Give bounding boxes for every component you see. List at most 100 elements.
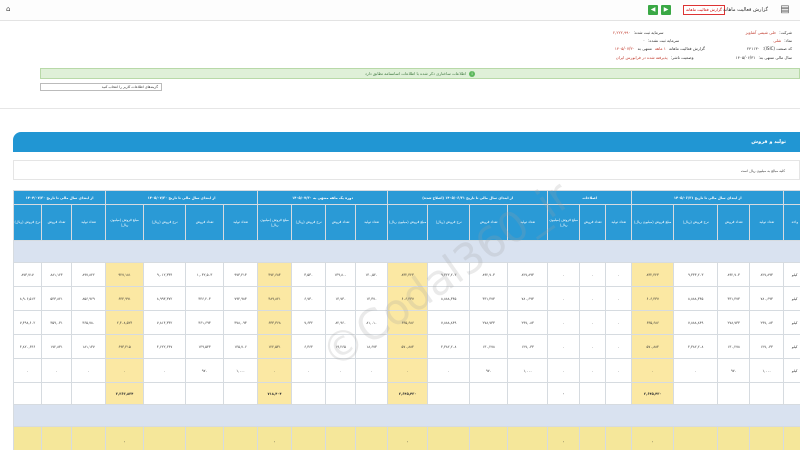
table-cell: ۰ [547, 358, 581, 383]
table-cell: ۸,۸۸۸,۳۴۵ [427, 286, 471, 311]
table-cell: ۰ [547, 426, 581, 450]
ending-label: منتهی به [637, 46, 652, 51]
table-cell: ۵۷۰,۸۸۴ [631, 334, 675, 359]
report-type-button[interactable]: گزارش فعالیت ماهانه [683, 5, 725, 15]
sum-cell [71, 382, 107, 405]
table-cell: ۰ [143, 358, 187, 383]
table-cell: ۰ [387, 426, 429, 450]
table-cell: ۱۸,۶۷۳ [355, 334, 389, 359]
table-cell: ۶۳۵,۶۸۶ [631, 310, 675, 335]
column-header: نرخ فروش (ریال) [673, 204, 719, 241]
table-cell: ۳,۵۳۰ [291, 262, 327, 287]
report-name-label: گزارش فعالیت ماهانه [668, 46, 705, 51]
table-cell: ۶,۷۳۰ [291, 286, 327, 311]
table-cell [783, 426, 800, 450]
table-cell: ۱,۰۳۲,۵۰۳ [185, 262, 225, 287]
production-sales-table: شرحاز ابتدای سال مالی تا تاریخ ۱۴۰۵/۰۶/۳… [13, 190, 800, 450]
sum-cell [507, 382, 549, 405]
table-cell: ۴۳۱,۴۷۳ [469, 286, 509, 311]
sum-cell [469, 382, 509, 405]
table-cell [427, 426, 471, 450]
table-cell: ۸,۹۹۳,۳۷۲ [143, 286, 187, 311]
table-cell: ۴,۳۸۲,۲۰۸ [427, 334, 471, 359]
table-cell: ۳۷۸,۰۹۳ [223, 310, 259, 335]
section-title: تولید و فروش [13, 132, 800, 152]
table-cell: ۷,۸۱۴,۳۴۲ [143, 310, 187, 335]
sum-cell [325, 382, 357, 405]
production-sales-table-wrapper[interactable]: شرحاز ابتدای سال مالی تا تاریخ ۱۴۰۵/۰۶/۳… [13, 190, 800, 450]
table-cell [71, 426, 107, 450]
table-group-row: فروش صادراتی: [13, 404, 800, 427]
table-cell: ۱۲۷,۰۳۳ [749, 334, 785, 359]
table-cell: ۱۴۹,۵۴۳ [185, 334, 225, 359]
group-header: از ابتدای سال مالی تا تاریخ ۱۴۰۵/۰۶/۳۱ (… [387, 190, 549, 205]
group-header: دوره یک ماهه منتهی به ۱۴۰۵/۰۷/۳۰ [257, 190, 389, 205]
table-cell: ۱۴۵,۷۰۶ [223, 334, 259, 359]
table-cell: کیلو [783, 310, 800, 335]
isic-code-value: ۲۴۱۱۳۰ [746, 46, 760, 51]
table-cell: ۱۷۲,۸۳۱ [41, 334, 73, 359]
table-cell: ۹۷۳,۴۱۳ [223, 262, 259, 287]
table-cell: ۱۳۰,۲۷۸ [469, 334, 509, 359]
table-cell: ۰ [105, 426, 145, 450]
table-cell: ۸۹۷,۸۲۲ [71, 262, 107, 287]
table-cell: ۲,۴۰۸,۵۲۴ [105, 310, 145, 335]
isic-code-label: کد صنعت (ISIC): [762, 46, 792, 51]
table-cell: ۶۰۶,۴۳۷ [387, 286, 429, 311]
ending-value: ۱۴۰۵/۰۷/۳۰ [614, 46, 635, 51]
verification-alert: iاطلاعات ساختاری ذکر شده با اطلاعات اساس… [40, 68, 800, 79]
company-info-panel: شرکت: حلی شیمی آشاویز سرمایه ثبت شده: ۲,۲۲… [40, 28, 800, 68]
symbol-label: نماد: [784, 38, 792, 43]
table-group-row: فروش داخلی: [13, 240, 800, 263]
column-header: مبلغ فروش (میلیون ریال) [387, 204, 429, 241]
sum-cell [223, 382, 259, 405]
table-cell [673, 426, 719, 450]
next-button[interactable]: ▶ [661, 5, 671, 15]
table-cell: ۰ [547, 286, 581, 311]
table-cell: ۵۴۳,۸۲۱ [41, 286, 73, 311]
table-cell: ۶۳۳,۳۶۸ [257, 310, 293, 335]
column-header: تعداد تولید [605, 204, 633, 241]
table-row: سولفات رویکیلو۲۹۷,۰۸۳۲۷۸,۷۳۳۷,۸۸۸,۸۴۹۶۳۵… [13, 310, 800, 335]
alert-text: اطلاعات ساختاری ذکر شده با اطلاعات اساسن… [365, 71, 466, 76]
table-cell: ۰ [41, 358, 73, 383]
fiscal-year-label: سال مالی منتهی به: [758, 55, 792, 60]
table-cell [185, 426, 225, 450]
table-cell: ۰ [631, 426, 675, 450]
table-cell: کیلو [783, 334, 800, 359]
table-cell: ۱۲۲,۵۳۱ [257, 334, 293, 359]
table-cell: ۳۵۹,۰۳۱ [41, 310, 73, 335]
company-name-label: شرکت: [779, 30, 792, 35]
table-cell: ۱,۰۰۰ [749, 358, 785, 383]
sum-cell [41, 382, 73, 405]
column-header: مبلغ فروش (میلیون ریال) [631, 204, 675, 241]
table-cell: ۷,۴۹۸,۶۰۲ [13, 310, 43, 335]
sum-cell [673, 382, 719, 405]
column-header: مبلغ فروش (میلیون ریال) [547, 204, 581, 241]
table-cell: ۸۲,۹۶۰ [325, 310, 357, 335]
group-label: فروش صادراتی: [13, 404, 800, 427]
option-select[interactable]: گزینه‌های اطلاعات کاربر را انتخاب کنید [40, 83, 162, 91]
table-cell [507, 426, 549, 450]
previous-button[interactable]: ◀ [648, 5, 658, 15]
table-cell: ۲۷۸,۷۳۳ [469, 310, 509, 335]
table-cell: ۸۲۷,۸۹۳ [507, 262, 549, 287]
table-cell: ۱۸۱,۱۳۷ [71, 334, 107, 359]
status-value: پذیرفته شده در فرابورس ایران [615, 55, 668, 60]
column-header: نرخ فروش (ریال) [143, 204, 187, 241]
status-label: وضعیت ناشر: [670, 55, 694, 60]
sum-cell [783, 382, 800, 405]
table-cell: ۹۲۷,۱۸۱ [105, 262, 145, 287]
sum-cell [579, 382, 607, 405]
sum-cell: ۳,۳۶۳,۸۳۴ [105, 382, 145, 405]
column-header: تعداد فروش [579, 204, 607, 241]
home-icon[interactable]: ⌂ [6, 5, 16, 15]
table-row: پودر آلومینیوم نیوزهکیلو۸۲۷,۸۹۳۸۹۲,۷۰۳۹,… [13, 262, 800, 287]
column-header: نرخ فروش (ریال) [13, 204, 43, 241]
column-header: تعداد تولید [355, 204, 389, 241]
table-cell: ۸,۸۸۸,۳۴۵ [673, 286, 719, 311]
table-cell [749, 426, 785, 450]
table-cell: ۶۹۳,۴۱۵ [105, 334, 145, 359]
table-cell: ۰ [257, 426, 293, 450]
table-cell: ۴,۸۲۰,۶۳۶ [13, 334, 43, 359]
